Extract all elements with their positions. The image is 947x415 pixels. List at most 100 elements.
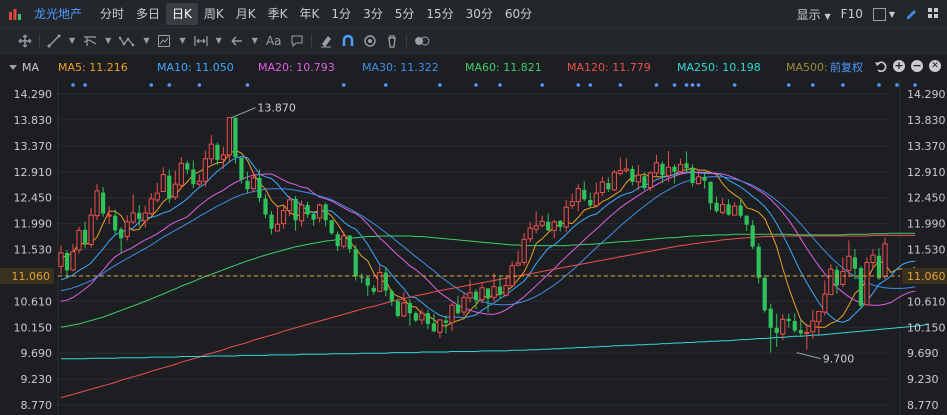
candle-body[interactable]: [744, 215, 749, 225]
candle-body[interactable]: [137, 212, 142, 220]
candle-body[interactable]: [497, 286, 503, 295]
chevron-down-icon[interactable]: ▼: [101, 28, 115, 54]
range-tool-icon[interactable]: [190, 28, 212, 54]
line-tool-icon[interactable]: [43, 28, 65, 54]
candle-body[interactable]: [593, 192, 599, 207]
candlestick-chart[interactable]: 14.290 14.290 13.830 13.830 13.370 13.370 12.9…: [0, 80, 947, 415]
grid-icon[interactable]: [927, 7, 939, 22]
chevron-down-icon[interactable]: ▼: [248, 28, 262, 54]
candle-body[interactable]: [250, 177, 257, 190]
candle-body[interactable]: [274, 223, 281, 232]
event-dot[interactable]: [913, 83, 917, 87]
candle-body[interactable]: [551, 221, 557, 231]
candle-body[interactable]: [714, 202, 719, 212]
candle-body[interactable]: [684, 163, 689, 169]
candle-body[interactable]: [407, 303, 412, 314]
candle-body[interactable]: [431, 323, 437, 332]
candle-body[interactable]: [257, 177, 262, 199]
candle-body[interactable]: [653, 162, 660, 174]
candle-body[interactable]: [389, 291, 394, 302]
candle-body[interactable]: [239, 157, 244, 180]
candle-body[interactable]: [822, 293, 828, 313]
measure-tool-icon[interactable]: [153, 28, 175, 54]
candle-body[interactable]: [196, 180, 202, 185]
candle-body[interactable]: [630, 168, 635, 182]
candle-body[interactable]: [588, 199, 593, 206]
candle-body[interactable]: [383, 272, 388, 291]
candle-body[interactable]: [64, 252, 70, 271]
candle-body[interactable]: [130, 212, 136, 223]
magnet-icon[interactable]: [337, 28, 359, 54]
event-dot[interactable]: [696, 83, 701, 87]
candle-body[interactable]: [647, 172, 654, 189]
candle-body[interactable]: [708, 181, 713, 204]
toggle-icon[interactable]: [410, 28, 434, 54]
candle-body[interactable]: [738, 205, 743, 216]
candle-body[interactable]: [762, 277, 767, 311]
candle-body[interactable]: [305, 204, 310, 215]
candle-body[interactable]: [70, 251, 76, 271]
candle-body[interactable]: [208, 143, 214, 160]
candle-body[interactable]: [677, 163, 684, 173]
period-tab[interactable]: 分时: [94, 3, 130, 25]
candle-body[interactable]: [816, 310, 822, 323]
candle-body[interactable]: [443, 320, 449, 323]
candle-body[interactable]: [623, 168, 629, 172]
candle-body[interactable]: [119, 229, 124, 239]
candle-body[interactable]: [58, 252, 64, 267]
event-dot[interactable]: [383, 83, 388, 87]
candle-body[interactable]: [455, 304, 461, 314]
pen-icon[interactable]: [905, 7, 917, 22]
period-tab[interactable]: 3分: [357, 3, 389, 25]
candle-body[interactable]: [263, 198, 268, 215]
event-dot[interactable]: [672, 83, 677, 87]
candle-body[interactable]: [359, 277, 364, 279]
event-dot[interactable]: [690, 83, 695, 87]
candle-body[interactable]: [185, 163, 190, 170]
candle-body[interactable]: [786, 318, 791, 322]
event-dot[interactable]: [83, 83, 87, 87]
event-dot[interactable]: [841, 83, 845, 87]
candle-body[interactable]: [245, 180, 250, 190]
event-dot[interactable]: [877, 83, 881, 87]
candle-body[interactable]: [882, 243, 888, 278]
candle-body[interactable]: [365, 277, 370, 286]
remove-icon[interactable]: −: [911, 60, 923, 72]
display-menu[interactable]: 显示 ▼: [797, 6, 831, 23]
candle-body[interactable]: [810, 320, 816, 333]
candle-body[interactable]: [94, 190, 100, 217]
period-tab[interactable]: 日K: [166, 2, 198, 25]
collapse-icon[interactable]: [8, 60, 18, 77]
candle-body[interactable]: [756, 246, 761, 278]
period-tab[interactable]: 多日: [130, 3, 166, 25]
candle-body[interactable]: [280, 210, 287, 225]
candle-body[interactable]: [461, 296, 467, 313]
candle-body[interactable]: [335, 234, 340, 247]
candle-body[interactable]: [113, 215, 118, 231]
candle-body[interactable]: [178, 162, 184, 186]
candle-body[interactable]: [341, 235, 347, 247]
candle-body[interactable]: [160, 174, 166, 192]
candle-body[interactable]: [491, 286, 497, 298]
candle-body[interactable]: [401, 302, 407, 317]
chevron-down-icon[interactable]: ▼: [212, 28, 226, 54]
event-dot[interactable]: [167, 83, 172, 87]
event-dot[interactable]: [732, 83, 737, 87]
candle-body[interactable]: [780, 318, 786, 335]
candle-body[interactable]: [660, 163, 665, 176]
event-dot[interactable]: [197, 83, 202, 87]
period-tab[interactable]: 60分: [499, 3, 538, 25]
crosshair-icon[interactable]: [14, 28, 36, 54]
ma-label[interactable]: MA: [22, 56, 39, 80]
candle-body[interactable]: [846, 255, 852, 271]
candle-body[interactable]: [611, 171, 617, 191]
candle-body[interactable]: [106, 214, 112, 217]
candle-body[interactable]: [665, 166, 672, 177]
candle-body[interactable]: [732, 205, 738, 216]
event-dot[interactable]: [474, 83, 478, 87]
candle-body[interactable]: [311, 214, 316, 220]
candle-body[interactable]: [768, 308, 773, 328]
candle-body[interactable]: [215, 144, 220, 160]
candle-body[interactable]: [635, 174, 642, 183]
candle-body[interactable]: [804, 331, 810, 334]
